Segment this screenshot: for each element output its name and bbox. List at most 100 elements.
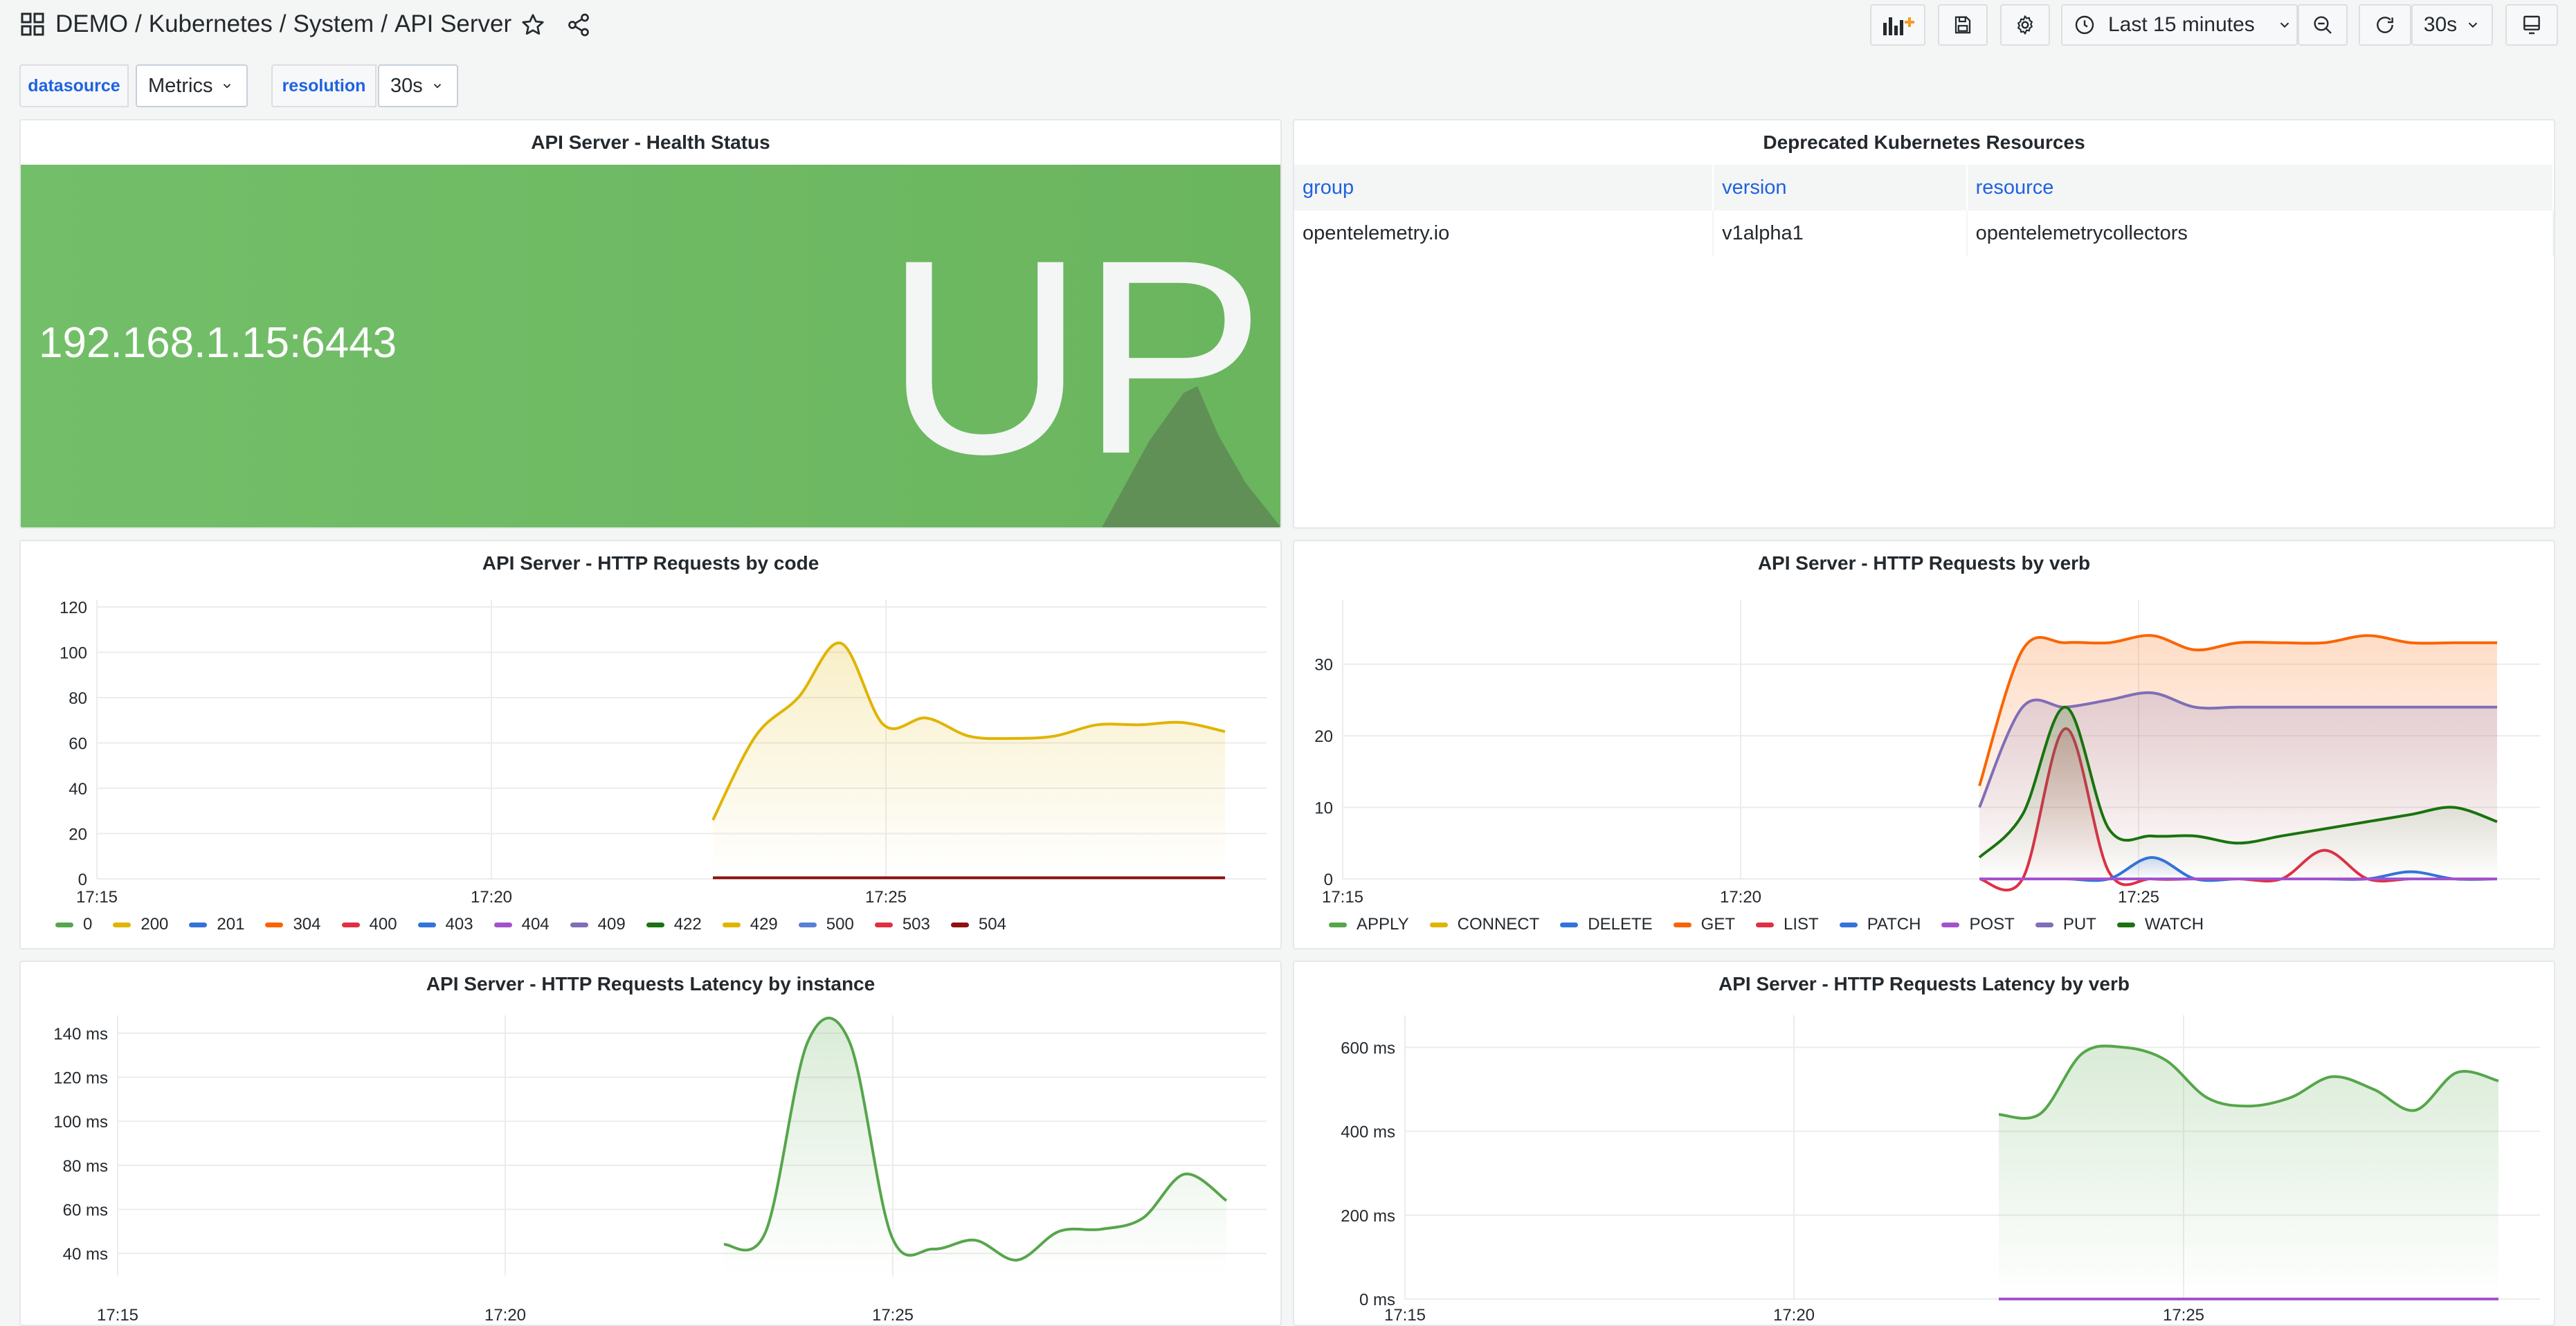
legend-label: 409 [597, 915, 626, 934]
refresh-interval-picker[interactable]: 30s [2411, 4, 2493, 46]
dashboard-title[interactable]: API Server [394, 10, 511, 38]
legend-swatch [722, 922, 741, 927]
tv-mode-button[interactable] [2505, 4, 2558, 46]
x-tick-label: 17:25 [2163, 1306, 2204, 1325]
legend-item[interactable]: 500 [798, 915, 854, 934]
panel-deprecated-resources[interactable]: Deprecated Kubernetes Resources group ve… [1293, 119, 2555, 529]
legend-item[interactable]: POST [1941, 915, 2015, 934]
legend-label: 0 [83, 915, 93, 934]
x-tick-label: 17:15 [76, 888, 118, 907]
legend-label: 429 [750, 915, 778, 934]
legend-swatch [1329, 922, 1347, 927]
chevron-down-icon [2468, 22, 2478, 28]
panel-requests-by-verb[interactable]: API Server - HTTP Requests by verb 0 10 20… [1293, 540, 2555, 950]
legend-item[interactable]: 200 [113, 915, 168, 934]
refresh-button[interactable] [2359, 4, 2411, 46]
legend-swatch [2116, 922, 2135, 927]
zoom-out-button[interactable] [2298, 4, 2348, 46]
legend-swatch [798, 922, 817, 927]
refresh-interval-label: 30s [2423, 13, 2458, 36]
column-header-resource[interactable]: resource [1966, 165, 2554, 210]
legend-item[interactable]: PUT [2035, 915, 2096, 934]
y-tick-label: 0 [1324, 871, 1333, 889]
legend-item[interactable]: 504 [950, 915, 1006, 934]
breadcrumb-item-system[interactable]: System [293, 10, 374, 38]
time-range-picker[interactable]: Last 15 minutes [2061, 4, 2298, 46]
panel-latency-by-verb[interactable]: API Server - HTTP Requests Latency by ve… [1293, 961, 2555, 1326]
x-tick-label: 17:15 [1384, 1306, 1426, 1325]
chevron-down-icon [2280, 22, 2289, 28]
legend-item[interactable]: WATCH [2116, 915, 2204, 934]
series-area-200 [713, 642, 1225, 879]
health-instance-name: 192.168.1.15:6443 [39, 319, 397, 367]
panel-health-status[interactable]: API Server - Health Status 192.168.1.15:… [19, 119, 1282, 529]
variable-select-resolution[interactable]: 30s [378, 64, 458, 107]
breadcrumb-folder-demo[interactable]: DEMO [55, 10, 128, 38]
star-icon[interactable] [520, 12, 545, 37]
legend-swatch [417, 922, 436, 927]
legend-label: APPLY [1357, 915, 1409, 934]
chart-latency-by-verb: 0 ms200 ms400 ms600 ms17:15 17:20 17:25 [1341, 1015, 2540, 1325]
x-tick-label: 17:15 [97, 1306, 138, 1325]
legend-item[interactable]: GET [1673, 915, 1735, 934]
apps-grid-icon[interactable] [21, 12, 44, 36]
legend-item[interactable]: LIST [1756, 915, 1819, 934]
legend-swatch [493, 922, 512, 927]
monitor-icon [2523, 15, 2540, 35]
legend-item[interactable]: 0 [55, 915, 92, 934]
legend-item[interactable]: CONNECT [1429, 915, 1540, 934]
share-icon[interactable] [566, 12, 591, 37]
legend-swatch [570, 922, 588, 927]
panel-latency-by-instance[interactable]: API Server - HTTP Requests Latency by in… [19, 961, 1282, 1326]
legend-item[interactable]: 201 [189, 915, 244, 934]
legend-item[interactable]: 404 [493, 915, 550, 934]
y-tick-label: 10 [1314, 799, 1333, 818]
breadcrumb-separator: / [279, 10, 287, 37]
legend-item[interactable]: APPLY [1329, 915, 1409, 934]
y-tick-label: 100 ms [53, 1113, 108, 1132]
zoom-out-icon [2314, 16, 2332, 34]
chart-requests-by-code: 0 20 40 60 80 100 120 17:15 17:20 17:25 [60, 599, 1267, 907]
add-panel-button[interactable] [1870, 4, 1925, 46]
add-panel-icon [1883, 17, 1914, 35]
legend-label: 503 [902, 915, 930, 934]
health-stat-background: 192.168.1.15:6443 UP [21, 165, 1280, 527]
y-tick-label: 80 ms [63, 1157, 108, 1176]
x-tick-label: 17:25 [872, 1306, 914, 1325]
legend-swatch [113, 922, 131, 927]
legend-item[interactable]: DELETE [1560, 915, 1653, 934]
legend-item[interactable]: 304 [265, 915, 321, 934]
time-range-label: Last 15 minutes [2108, 13, 2255, 36]
y-tick-label: 20 [1314, 727, 1333, 746]
column-header-version[interactable]: version [1713, 165, 1968, 210]
legend-swatch [646, 922, 664, 927]
legend-item[interactable]: 409 [570, 915, 626, 934]
legend-item[interactable]: PATCH [1839, 915, 1921, 934]
legend-item[interactable]: 503 [874, 915, 930, 934]
variable-label-datasource: datasource [19, 64, 129, 107]
legend-swatch [189, 922, 208, 927]
breadcrumb-item-kubernetes[interactable]: Kubernetes [149, 10, 273, 38]
legend-item[interactable]: 422 [646, 915, 702, 934]
table-header-row: group version resource [1294, 165, 2554, 210]
table-cell-resource: opentelemetrycollectors [1966, 210, 2554, 256]
refresh-icon [2377, 17, 2393, 33]
y-tick-label: 80 [69, 689, 87, 708]
legend-label: CONNECT [1457, 915, 1540, 934]
legend-item[interactable]: 429 [722, 915, 778, 934]
x-tick-label: 17:25 [865, 888, 907, 907]
y-tick-label: 40 [69, 780, 87, 799]
legend-item[interactable]: 400 [341, 915, 397, 934]
column-header-group[interactable]: group [1294, 165, 1714, 210]
variable-select-datasource[interactable]: Metrics [136, 64, 248, 107]
legend-label: 201 [217, 915, 245, 934]
variable-value-resolution: 30s [390, 74, 423, 97]
legend-requests-by-verb: APPLY CONNECT DELETE GET LIST PATCH POST PUT WAT… [1329, 915, 2224, 934]
y-tick-label: 200 ms [1341, 1207, 1395, 1226]
legend-label: WATCH [2144, 915, 2204, 934]
save-dashboard-button[interactable] [1938, 4, 1988, 46]
panel-requests-by-code[interactable]: API Server - HTTP Requests by code 0 20 40… [19, 540, 1282, 950]
legend-item[interactable]: 403 [417, 915, 473, 934]
dashboard-settings-button[interactable] [2000, 4, 2050, 46]
legend-label: 504 [978, 915, 1006, 934]
